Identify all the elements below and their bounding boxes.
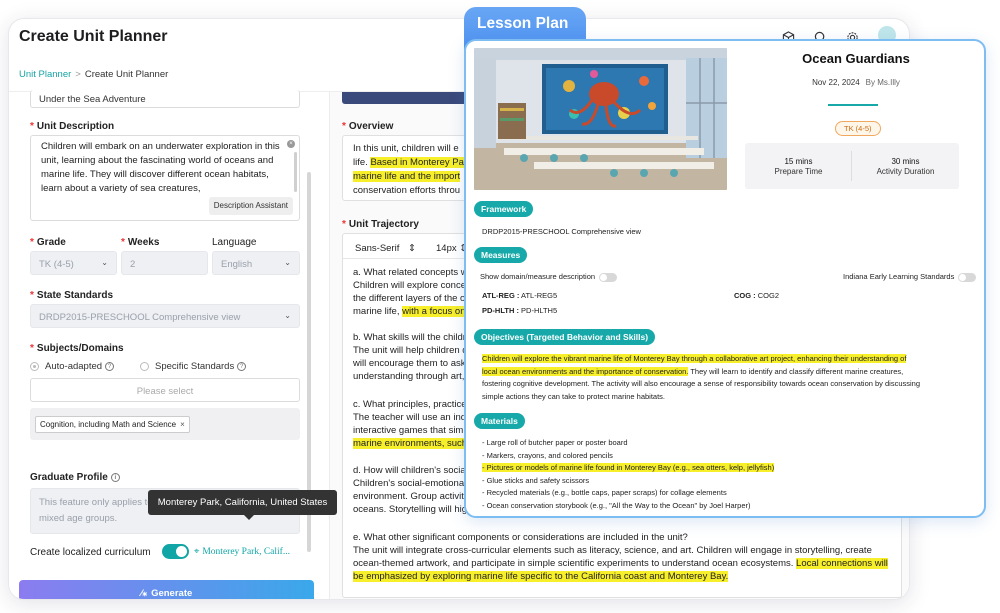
weeks-label: * Weeks	[121, 237, 160, 248]
clear-icon[interactable]: ×	[287, 140, 295, 148]
show-description-toggle[interactable]: Show domain/measure description	[480, 271, 618, 284]
remove-tag-icon[interactable]: ×	[180, 420, 185, 429]
font-family-select[interactable]: Sans-Serif ⇕	[355, 242, 416, 256]
language-value: English	[221, 259, 253, 270]
localized-curriculum-toggle[interactable]	[162, 544, 189, 559]
radio-icon	[30, 361, 39, 371]
lesson-meta: Nov 22, 2024 By Ms.Illy	[736, 78, 976, 87]
location-tooltip: Monterey Park, California, United States	[148, 490, 337, 520]
framework-pill: Framework	[474, 201, 534, 217]
material-item: - Large roll of butcher paper or poster …	[482, 438, 628, 447]
trajectory-section-a: a. What related concepts wil Children wil…	[353, 267, 472, 317]
lesson-title: Ocean Guardians	[802, 51, 910, 66]
overview-label: * Overview	[342, 121, 394, 132]
lesson-date: Nov 22, 2024	[812, 78, 860, 87]
indiana-standards-label: Indiana Early Learning Standards	[843, 272, 955, 281]
generate-button[interactable]: ⁄⁎ Generate	[19, 580, 314, 599]
generate-label: Generate	[151, 587, 193, 599]
unit-description-text: Children will embark on an underwater ex…	[41, 141, 280, 194]
location-value[interactable]: ⌖ Monterey Park, Calif...	[194, 546, 290, 557]
unit-name-input[interactable]: Under the Sea Adventure	[30, 90, 300, 108]
objectives-pill: Objectives (Targeted Behavior and Skills…	[474, 329, 656, 345]
subject-tag-label: Cognition, including Math and Science	[40, 420, 177, 429]
trajectory-section-b: b. What skills will the childre The unit …	[353, 332, 472, 382]
planner-form: Under the Sea Adventure * Unit Descriptio…	[9, 90, 327, 599]
lesson-author: By Ms.Illy	[865, 78, 900, 87]
breadcrumb-current: Create Unit Planner	[84, 69, 169, 80]
prepare-time-stat: 15 mins Prepare Time	[774, 157, 823, 176]
state-standards-select[interactable]: DRDP2015-PRESCHOOL Comprehensive view ⌄	[30, 304, 300, 328]
measure-atl-reg: ATL-REG : ATL-REG5	[482, 291, 558, 300]
measures-pill: Measures	[474, 247, 528, 263]
activity-duration-stat: 30 mins Activity Duration	[876, 157, 935, 176]
unit-description-label: * Unit Description	[30, 121, 115, 132]
subject-tag: Cognition, including Math and Science ×	[35, 416, 190, 433]
specific-standards-label: Specific Standards	[155, 361, 235, 372]
unit-trajectory-label: * Unit Trajectory	[342, 219, 419, 230]
info-icon: i	[110, 472, 120, 482]
state-standards-label: * State Standards	[30, 290, 114, 301]
trajectory-section-c: c. What principles, practices The teacher…	[353, 399, 472, 449]
auto-adapted-radio[interactable]: Auto-adapted?	[30, 361, 115, 372]
grade-badge: TK (4-5)	[835, 121, 881, 136]
toggle-switch[interactable]	[599, 272, 618, 282]
subjects-select[interactable]: Please select	[30, 378, 300, 402]
indiana-standards-toggle[interactable]: Indiana Early Learning Standards	[843, 271, 977, 284]
page-title: Create Unit Planner	[19, 28, 168, 45]
lesson-plan-card: Ocean Guardians Nov 22, 2024 By Ms.Illy T…	[464, 39, 986, 518]
material-item: - Glue sticks and safety scissors	[482, 475, 590, 485]
chevron-down-icon: ⌄	[101, 258, 108, 267]
subjects-label: * Subjects/Domains	[30, 343, 124, 354]
material-item: - Ocean conservation storybook (e.g., "A…	[482, 500, 751, 510]
classroom-photo	[474, 48, 727, 190]
language-label: Language	[212, 237, 257, 248]
localized-curriculum-label: Create localized curriculum	[30, 547, 151, 558]
materials-pill: Materials	[474, 413, 525, 429]
trajectory-section-d: d. How will children's social- Children's…	[353, 465, 473, 515]
font-size-select[interactable]: 14px ⇕	[436, 242, 467, 256]
weeks-input[interactable]: 2	[121, 251, 208, 275]
help-icon: ?	[237, 361, 247, 371]
state-standards-value: DRDP2015-PRESCHOOL Comprehensive view	[39, 312, 241, 323]
grade-value: TK (4-5)	[39, 259, 74, 270]
graduate-profile-label: Graduate Profile i	[30, 472, 120, 483]
auto-adapted-label: Auto-adapted	[45, 361, 103, 372]
breadcrumb-link-unit-planner[interactable]: Unit Planner	[19, 69, 71, 80]
textarea-scrollbar[interactable]	[294, 152, 297, 192]
show-description-label: Show domain/measure description	[480, 272, 596, 281]
app-screenshot: { "header": {"title": "Create Unit Plann…	[0, 0, 1000, 613]
breadcrumb-separator: >	[75, 69, 81, 80]
framework-value: DRDP2015-PRESCHOOL Comprehensive view	[482, 227, 641, 236]
breadcrumb: Unit Planner > Create Unit Planner	[19, 69, 168, 80]
magic-wand-icon: ⁄⁎	[140, 587, 148, 599]
trajectory-section-e: e. What other significant components or …	[353, 532, 888, 582]
material-item: - Markers, crayons, and colored pencils	[482, 450, 613, 460]
title-underline	[828, 104, 878, 106]
material-item: - Pictures or models of marine life foun…	[482, 463, 775, 472]
image-strip	[342, 92, 482, 104]
objectives-text: Children will explore the vibrant marine…	[482, 354, 921, 401]
language-select[interactable]: English ⌄	[212, 251, 300, 275]
material-item: - Recycled materials (e.g., bottle caps,…	[482, 488, 727, 497]
radio-icon	[140, 361, 149, 371]
lesson-plan-tab-label: Lesson Plan	[477, 15, 569, 32]
description-assistant-button[interactable]: Description Assistant	[208, 197, 293, 215]
location-text: Monterey Park, Calif...	[202, 547, 290, 557]
chevron-down-icon: ⌄	[284, 311, 291, 320]
toggle-switch[interactable]	[958, 272, 977, 282]
location-pin-icon: ⌖	[194, 547, 200, 557]
subject-tags-container: Cognition, including Math and Science ×	[30, 408, 300, 440]
grade-select[interactable]: TK (4-5) ⌄	[30, 251, 117, 275]
chevron-down-icon: ⌄	[284, 258, 291, 267]
materials-list: - Large roll of butcher paper or poster …	[482, 437, 775, 512]
time-stats: 15 mins Prepare Time 30 mins Activity Dura…	[745, 143, 959, 189]
measure-pd-hlth: PD-HLTH : PD-HLTH5	[482, 306, 558, 315]
grade-label: * Grade	[30, 237, 66, 248]
sort-icon: ⇕	[408, 243, 416, 254]
measure-cog: COG : COG2	[734, 291, 780, 300]
specific-standards-radio[interactable]: Specific Standards?	[140, 361, 247, 372]
unit-description-textarea[interactable]: Children will embark on an underwater ex…	[30, 135, 300, 221]
help-icon: ?	[105, 361, 115, 371]
